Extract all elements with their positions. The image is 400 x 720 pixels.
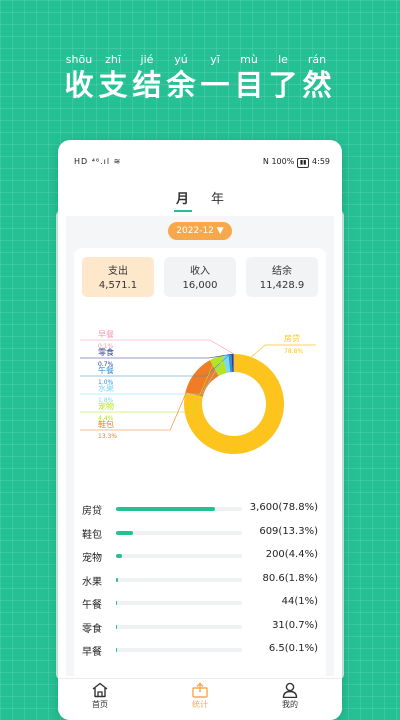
- list-item[interactable]: 水果 80.6(1.8%): [82, 568, 326, 592]
- income-label: 收入: [190, 266, 210, 277]
- category-list: 房贷 3,600(78.8%) 鞋包 609(13.3%) 宠物 200(4.4%) 水果 8…: [82, 497, 326, 662]
- category-name: 午餐: [82, 600, 102, 611]
- tab-year[interactable]: 年: [211, 188, 224, 207]
- donut-chart: 房贷78.8%早餐0.1%零食0.7%午餐1.0%水果1.8%宠物4.4%鞋包1…: [80, 330, 316, 454]
- hero-char: shōu 收: [64, 53, 94, 102]
- category-name: 水果: [82, 576, 102, 588]
- nav-stats[interactable]: 统计: [165, 679, 235, 720]
- hero-char: yú 余: [166, 53, 196, 102]
- clock-time: 4:59: [312, 157, 330, 166]
- slice-pct: 13.3%: [98, 433, 117, 440]
- nav-home[interactable]: 首页: [65, 679, 135, 720]
- list-item[interactable]: 早餐 6.5(0.1%): [82, 638, 326, 662]
- expense-label: 支出: [108, 266, 128, 277]
- progress-fill: [116, 507, 216, 511]
- category-amount: 44(1%): [281, 596, 318, 607]
- balance-value: 11,428.9: [259, 280, 305, 291]
- progress-fill: [116, 648, 118, 652]
- category-name: 零食: [82, 623, 102, 635]
- income-summary[interactable]: 收入 16,000: [164, 257, 236, 297]
- month-selector[interactable]: 2022-12 ▼: [168, 222, 232, 240]
- hero-char: mù 目: [234, 53, 264, 102]
- category-name: 鞋包: [82, 529, 102, 541]
- nfc-battery-text: N 100%: [262, 157, 295, 166]
- nav-mine-label: 我的: [282, 700, 298, 709]
- progress-fill: [116, 624, 118, 629]
- battery-icon: ▮▮: [296, 158, 310, 168]
- slice-label: 水果: [98, 383, 114, 393]
- progress-track: [116, 530, 242, 535]
- list-item[interactable]: 宠物 200(4.4%): [82, 544, 326, 568]
- category-amount: 3,600(78.8%): [249, 502, 318, 513]
- hero-title: shōu 收 zhī 支 jié 结 yú 余 yī 一 mù 目 le 了 rán 然: [0, 52, 400, 112]
- progress-track: [116, 648, 242, 652]
- expense-value: 4,571.1: [98, 280, 138, 291]
- bottom-nav: 首页 统计 我的: [58, 678, 342, 720]
- category-amount: 609(13.3%): [259, 525, 318, 537]
- list-item[interactable]: 零食 31(0.7%): [82, 615, 326, 639]
- progress-fill: [116, 601, 118, 605]
- category-name: 房贷: [82, 506, 102, 517]
- nav-mine[interactable]: 我的: [255, 679, 325, 720]
- category-amount: 31(0.7%): [272, 619, 318, 631]
- tab-month[interactable]: 月: [176, 188, 189, 207]
- list-item[interactable]: 鞋包 609(13.3%): [82, 521, 326, 545]
- hero-char: yī 一: [200, 53, 230, 102]
- list-item[interactable]: 午餐 44(1%): [82, 591, 326, 615]
- category-name: 宠物: [82, 553, 102, 564]
- slice-label: 房贷: [284, 333, 300, 343]
- balance-label: 结余: [272, 266, 292, 277]
- progress-fill: [116, 530, 133, 535]
- nav-stats-label: 统计: [192, 700, 208, 709]
- user-icon: [282, 682, 298, 698]
- phone-frame: HD ⁴⁶.ıl ≋ N 100% ▮▮ 4:59 月 年 2022-12 ▼ …: [58, 140, 342, 720]
- progress-track: [116, 601, 242, 605]
- progress-track: [116, 624, 242, 629]
- slice-label: 宠物: [98, 401, 114, 411]
- hero-char: rán 然: [302, 53, 332, 102]
- hero-char: jié 结: [132, 53, 162, 102]
- slice-pct: 78.8%: [284, 348, 303, 355]
- income-value: 16,000: [182, 280, 218, 291]
- category-amount: 200(4.4%): [265, 549, 318, 560]
- slice-label: 早餐: [98, 330, 114, 339]
- status-right: N 100% ▮▮ 4:59: [263, 157, 330, 168]
- signal-wifi-icon: HD ⁴⁶.ıl ≋: [74, 157, 122, 166]
- progress-track: [116, 577, 242, 582]
- hero-char: le 了: [268, 53, 298, 102]
- progress-track: [116, 554, 242, 558]
- progress-fill: [116, 577, 119, 582]
- status-bar: HD ⁴⁶.ıl ≋ N 100% ▮▮ 4:59: [58, 154, 342, 172]
- home-icon: [92, 682, 108, 698]
- balance-summary[interactable]: 结余 11,428.9: [246, 257, 318, 297]
- slice-label: 午餐: [98, 365, 114, 375]
- expense-summary[interactable]: 支出 4,571.1: [82, 257, 154, 297]
- nav-home-label: 首页: [92, 700, 108, 709]
- hero-char: zhī 支: [98, 53, 128, 102]
- stats-icon: [192, 682, 208, 698]
- tab-active-indicator: [174, 210, 192, 212]
- progress-fill: [116, 554, 122, 558]
- slice-label: 鞋包: [98, 419, 114, 429]
- category-amount: 80.6(1.8%): [262, 572, 318, 584]
- progress-track: [116, 507, 242, 511]
- category-amount: 6.5(0.1%): [268, 643, 318, 654]
- period-tabs: 月 年: [58, 186, 342, 216]
- slice-label: 零食: [98, 347, 114, 357]
- list-item[interactable]: 房贷 3,600(78.8%): [82, 497, 326, 521]
- category-name: 早餐: [82, 647, 102, 658]
